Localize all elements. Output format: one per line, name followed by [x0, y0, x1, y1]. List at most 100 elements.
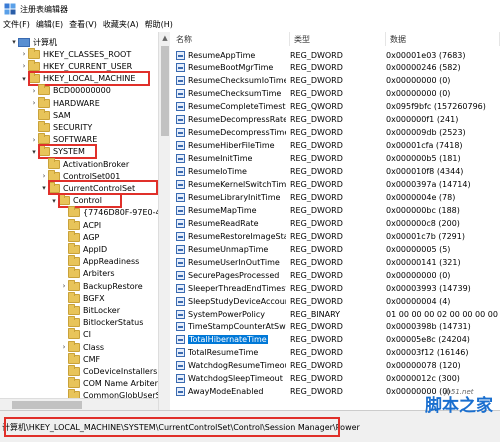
value-row[interactable]: ResumeChecksumTime REG_DWORD 0x00000000 (0…	[172, 88, 500, 100]
value-row[interactable]: ResumeRestoreImageSta... REG_DWORD 0x00001…	[172, 230, 500, 242]
value-name: SleepStudyDeviceAccoun...	[188, 296, 286, 306]
tree-item[interactable]: BitlockerStatus	[60, 316, 143, 329]
value-name: ResumeIoTime	[188, 167, 247, 177]
tree-item[interactable]: CI	[60, 328, 91, 341]
tree-expander-icon[interactable]: ▾	[20, 75, 28, 83]
tree-item[interactable]: AppReadiness	[60, 255, 139, 268]
value-data: 0x000000f1 (241)	[386, 115, 459, 125]
menu-view[interactable]: 查看(V)	[66, 18, 100, 32]
tree-item[interactable]: › ControlSet001	[40, 169, 120, 182]
tree-item[interactable]: BGFX	[60, 291, 105, 304]
tree-item[interactable]: COM Name Arbiter	[60, 377, 158, 390]
value-row[interactable]: WatchdogSleepTimeout REG_DWORD 0x0000012c …	[172, 373, 500, 385]
value-row[interactable]: TotalResumeTime REG_DWORD 0x00003f12 (1614…	[172, 347, 500, 359]
value-row[interactable]: ResumeChecksumIoTime REG_DWORD 0x00000000 …	[172, 75, 500, 87]
tree-expander-icon[interactable]: ›	[60, 343, 68, 351]
menu-favorites[interactable]: 收藏夹(A)	[100, 18, 142, 32]
value-row[interactable]: SecurePagesProcessed REG_DWORD 0x00000000 …	[172, 269, 500, 281]
value-name: SleeperThreadEndTimest...	[188, 283, 286, 293]
tree-expander-icon[interactable]: ▾	[40, 184, 48, 192]
value-data: 0x00005e8c (24204)	[386, 335, 470, 345]
tree-item[interactable]: AppID	[60, 242, 107, 255]
value-row[interactable]: ResumeCompleteTimesta... REG_QWORD 0x095f9…	[172, 101, 500, 113]
tree-horizontal-scrollbar[interactable]	[0, 398, 158, 410]
tree-item[interactable]: SAM	[30, 108, 71, 121]
tree-vertical-scrollbar[interactable]: ▲	[158, 32, 170, 410]
scroll-up-arrow-icon[interactable]: ▲	[159, 32, 171, 44]
registry-value-icon	[176, 89, 185, 99]
value-name-cell: ResumeInitTime	[176, 154, 286, 164]
tree-item[interactable]: › BCD00000000	[30, 84, 111, 97]
folder-icon	[68, 340, 80, 352]
value-row[interactable]: ResumeIoTime REG_DWORD 0x000010f8 (4344)	[172, 166, 500, 178]
tree-hscroll-thumb[interactable]	[12, 401, 82, 409]
value-row[interactable]: TotalHibernateTime REG_DWORD 0x00005e8c (2…	[172, 334, 500, 346]
tree-item[interactable]: › SOFTWARE	[30, 133, 97, 146]
menu-file[interactable]: 文件(F)	[0, 18, 33, 32]
tree-expander-icon[interactable]: ›	[60, 282, 68, 290]
tree-expander-icon[interactable]: ›	[20, 62, 28, 70]
tree-item[interactable]: BitLocker	[60, 303, 121, 316]
folder-icon	[28, 59, 40, 71]
tree-item[interactable]: › Class	[60, 340, 104, 353]
folder-icon	[68, 352, 80, 364]
tree-item[interactable]: › HKEY_CLASSES_ROOT	[20, 47, 131, 60]
tree-item[interactable]: ▾ CurrentControlSet	[40, 181, 135, 194]
value-name-cell: ResumeDecompressTime	[176, 128, 286, 138]
value-row[interactable]: ResumeDecompressTime REG_DWORD 0x000009db …	[172, 127, 500, 139]
tree-expander-icon[interactable]: ▾	[50, 197, 58, 205]
value-row[interactable]: ResumeReadRate REG_DWORD 0x000000c8 (200)	[172, 217, 500, 229]
tree-item[interactable]: Arbiters	[60, 267, 115, 280]
tree-item[interactable]: › HKEY_CURRENT_USER	[20, 59, 132, 72]
tree-item-label: BitLocker	[83, 305, 121, 315]
tree-item[interactable]: › HARDWARE	[30, 96, 100, 109]
menu-edit[interactable]: 编辑(E)	[33, 18, 66, 32]
tree-item[interactable]: › BackupRestore	[60, 279, 143, 292]
column-header-type[interactable]: 类型	[290, 32, 386, 46]
tree-item[interactable]: ▾ 计算机	[10, 36, 57, 48]
tree-item[interactable]: ACPI	[60, 218, 101, 231]
value-row[interactable]: WatchdogResumeTimeout REG_DWORD 0x00000078…	[172, 360, 500, 372]
value-row[interactable]: ResumeBootMgrTime REG_DWORD 0x00000246 (58…	[172, 62, 500, 74]
tree-item[interactable]: SECURITY	[30, 120, 92, 133]
tree-expander-icon[interactable]: ▾	[10, 38, 18, 46]
value-row[interactable]: SystemPowerPolicy REG_BINARY 01 00 00 00 0…	[172, 308, 500, 320]
value-row[interactable]: ResumeMapTime REG_DWORD 0x000000bc (188)	[172, 204, 500, 216]
column-header-data[interactable]: 数据	[386, 32, 500, 46]
tree-item[interactable]: AGP	[60, 230, 100, 243]
tree-expander-icon[interactable]: ›	[30, 87, 38, 95]
tree-item[interactable]: ▾ HKEY_LOCAL_MACHINE	[20, 72, 135, 85]
tree-scroll-thumb[interactable]	[161, 46, 169, 136]
tree-expander-icon[interactable]: ›	[30, 136, 38, 144]
tree-item[interactable]: CMF	[60, 352, 100, 365]
value-row[interactable]: ResumeInitTime REG_DWORD 0x000000b5 (181)	[172, 153, 500, 165]
folder-icon	[48, 157, 60, 169]
tree-item[interactable]: ▾ Control	[50, 194, 102, 207]
menu-help[interactable]: 帮助(H)	[142, 18, 176, 32]
value-row[interactable]: ResumeLibraryInitTime REG_DWORD 0x0000004e…	[172, 191, 500, 203]
values-list[interactable]: 名称 类型 数据 ResumeAppTime REG_DWORD 0x00001e0…	[172, 32, 500, 410]
value-row[interactable]: TimeStampCounterAtSwit... REG_DWORD 0x0000…	[172, 321, 500, 333]
tree-item[interactable]: ActivationBroker	[40, 157, 129, 170]
tree-item-label: AGP	[83, 232, 100, 242]
value-row[interactable]: ResumeUserInOutTime REG_DWORD 0x00000141 (…	[172, 256, 500, 268]
tree-item[interactable]: {7746D80F-97E0-4E	[60, 206, 158, 219]
folder-icon	[68, 279, 80, 291]
value-row[interactable]: SleepStudyDeviceAccoun... REG_DWORD 0x0000…	[172, 295, 500, 307]
column-header-name[interactable]: 名称	[172, 32, 290, 46]
tree-expander-icon[interactable]: ›	[30, 99, 38, 107]
value-data: 0x0000397a (14714)	[386, 180, 471, 189]
tree-expander-icon[interactable]: ›	[20, 50, 28, 58]
value-row[interactable]: ResumeAppTime REG_DWORD 0x00001e03 (7683)	[172, 49, 500, 61]
value-row[interactable]: ResumeHiberFileTime REG_DWORD 0x00001cfa (…	[172, 140, 500, 152]
value-row[interactable]: SleeperThreadEndTimest... REG_DWORD 0x0000…	[172, 282, 500, 294]
value-row[interactable]: ResumeKernelSwitchTime... REG_DWORD 0x0000…	[172, 179, 500, 191]
tree-expander-icon[interactable]: ›	[40, 172, 48, 180]
tree-item[interactable]: ▾ SYSTEM	[30, 145, 85, 158]
value-row[interactable]: ResumeUnmapTime REG_DWORD 0x00000005 (5)	[172, 243, 500, 255]
registry-tree[interactable]: ▾ 计算机 › HKEY_CLASSES_ROOT › HKEY_CURRENT_USER…	[0, 32, 158, 410]
tree-expander-icon[interactable]: ▾	[30, 148, 38, 156]
value-row[interactable]: ResumeDecompressRate REG_DWORD 0x000000f1 …	[172, 114, 500, 126]
registry-value-icon	[176, 218, 185, 228]
tree-item[interactable]: CoDeviceInstallers	[60, 364, 157, 377]
